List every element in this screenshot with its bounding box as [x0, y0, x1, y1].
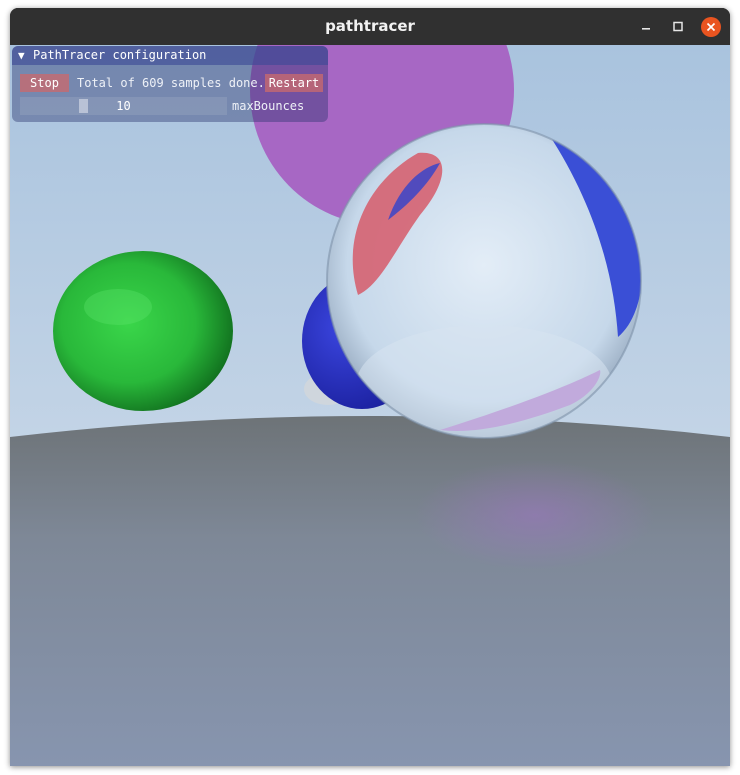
maximize-button[interactable]	[668, 17, 688, 37]
stop-button[interactable]: Stop	[20, 74, 69, 92]
rendered-scene	[10, 45, 730, 766]
green-sphere	[53, 251, 233, 411]
panel-header[interactable]: ▼ PathTracer configuration	[12, 46, 328, 65]
panel-title: PathTracer configuration	[33, 48, 207, 62]
ground-surface	[10, 416, 730, 766]
slider-label: maxBounces	[232, 99, 305, 113]
close-icon	[706, 22, 716, 32]
app-window: pathtracer ▼ PathTracer configuration St…	[10, 8, 730, 766]
minimize-button[interactable]	[636, 17, 656, 37]
collapse-arrow-icon[interactable]: ▼	[18, 48, 25, 63]
maximize-icon	[673, 21, 683, 32]
minimize-icon	[642, 28, 650, 30]
slider-value: 10	[116, 99, 131, 113]
title-bar[interactable]: pathtracer	[10, 8, 730, 45]
window-title: pathtracer	[325, 17, 415, 35]
max-bounces-slider[interactable]: 10	[20, 97, 227, 115]
restart-button[interactable]: Restart	[265, 74, 323, 92]
close-button[interactable]	[701, 17, 721, 37]
pathtracer-config-panel: ▼ PathTracer configuration Stop Total of…	[12, 46, 328, 122]
samples-status-text: Total of 609 samples done.	[77, 76, 265, 90]
render-viewport[interactable]: ▼ PathTracer configuration Stop Total of…	[10, 45, 730, 766]
